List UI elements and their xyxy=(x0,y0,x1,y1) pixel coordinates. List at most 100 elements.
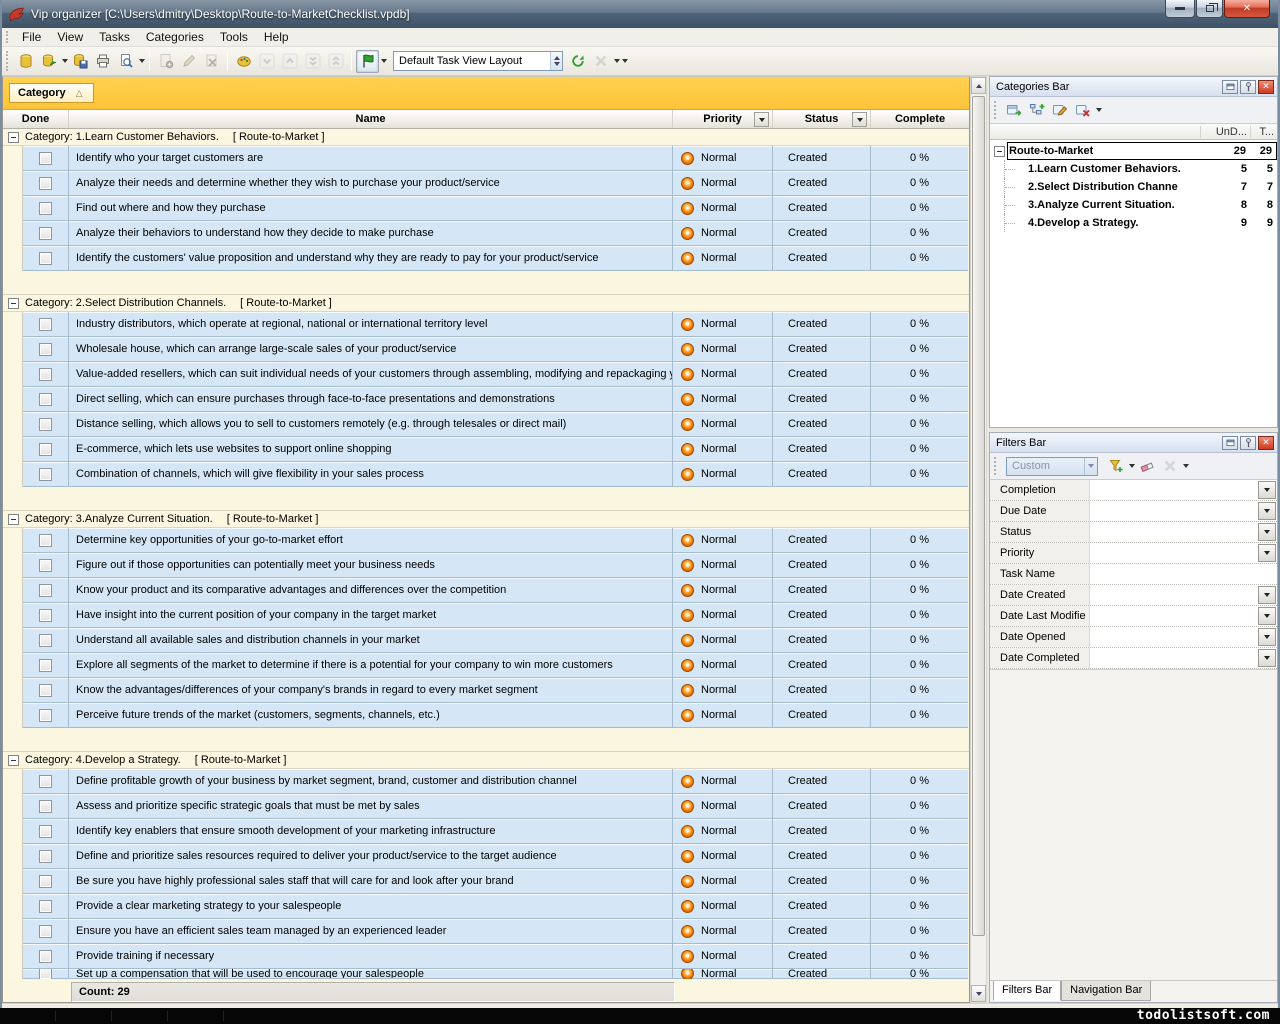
tab-navigation-bar[interactable]: Navigation Bar xyxy=(1061,981,1151,1001)
menu-tools[interactable]: Tools xyxy=(212,28,256,46)
task-name[interactable]: Provide training if necessary xyxy=(69,944,673,969)
edit-category-button[interactable] xyxy=(1048,99,1071,122)
tree-item[interactable]: 3.Analyze Current Situation.88 xyxy=(990,196,1277,214)
task-checkbox[interactable] xyxy=(39,534,52,547)
filter-value-dropdown-icon[interactable] xyxy=(1258,481,1276,499)
filter-dropdown-icon[interactable] xyxy=(754,112,769,127)
task-name[interactable]: Distance selling, which allows you to se… xyxy=(69,412,673,437)
task-name[interactable]: Wholesale house, which can arrange large… xyxy=(69,337,673,362)
panel-restore-icon[interactable] xyxy=(1222,436,1238,450)
close-button[interactable]: ✕ xyxy=(1224,0,1270,18)
task-name[interactable]: Know your product and its comparative ad… xyxy=(69,578,673,603)
task-checkbox[interactable] xyxy=(39,709,52,722)
move-to-top-button[interactable] xyxy=(324,50,347,73)
tree-col-total[interactable]: T... xyxy=(1250,126,1277,138)
collapse-icon[interactable] xyxy=(8,755,19,766)
tab-filters-bar[interactable]: Filters Bar xyxy=(993,981,1061,1001)
task-name[interactable]: E-commerce, which lets use websites to s… xyxy=(69,437,673,462)
filter-value-dropdown-icon[interactable] xyxy=(1258,607,1276,625)
task-name[interactable]: Determine key opportunities of your go-t… xyxy=(69,528,673,553)
panel-restore-icon[interactable] xyxy=(1222,80,1238,94)
add-category-button[interactable] xyxy=(1002,99,1025,122)
layout-combo[interactable]: Default Task View Layout xyxy=(393,51,563,71)
collapse-icon[interactable] xyxy=(994,146,1005,157)
notifications-button[interactable] xyxy=(356,50,379,73)
column-header-complete[interactable]: Complete xyxy=(871,110,969,128)
delete-filter-button[interactable] xyxy=(1158,455,1181,478)
task-name[interactable]: Provide a clear marketing strategy to yo… xyxy=(69,894,673,919)
filter-value[interactable] xyxy=(1090,585,1257,605)
menu-categories[interactable]: Categories xyxy=(138,28,212,46)
tree-item[interactable]: 4.Develop a Strategy.99 xyxy=(990,214,1277,232)
task-row[interactable]: Understand all available sales and distr… xyxy=(3,628,969,653)
task-row[interactable]: Know your product and its comparative ad… xyxy=(3,578,969,603)
collapse-icon[interactable] xyxy=(8,298,19,309)
task-checkbox[interactable] xyxy=(39,925,52,938)
task-row[interactable]: Provide training if necessaryNormalCreat… xyxy=(3,944,969,969)
tree-col-undone[interactable]: UnD... xyxy=(1200,126,1250,138)
task-checkbox[interactable] xyxy=(39,343,52,356)
task-row[interactable]: Have insight into the current position o… xyxy=(3,603,969,628)
filter-preset-combo[interactable]: Custom xyxy=(1006,457,1098,476)
edit-task-button[interactable] xyxy=(177,50,200,73)
collapse-icon[interactable] xyxy=(8,132,19,143)
task-checkbox[interactable] xyxy=(39,875,52,888)
move-up-button[interactable] xyxy=(278,50,301,73)
task-name[interactable]: Ensure you have an efficient sales team … xyxy=(69,919,673,944)
menu-tasks[interactable]: Tasks xyxy=(91,28,138,46)
task-row[interactable]: Perceive future trends of the market (cu… xyxy=(3,703,969,728)
task-row[interactable]: Identify who your target customers areNo… xyxy=(3,146,969,171)
apply-filter-button[interactable] xyxy=(1104,455,1127,478)
task-checkbox[interactable] xyxy=(39,559,52,572)
task-row[interactable]: E-commerce, which lets use websites to s… xyxy=(3,437,969,462)
task-checkbox[interactable] xyxy=(39,393,52,406)
task-name[interactable]: Analyze their behaviors to understand ho… xyxy=(69,221,673,246)
task-row[interactable]: Analyze their behaviors to understand ho… xyxy=(3,221,969,246)
column-header-done[interactable]: Done xyxy=(3,110,69,128)
save-database-button[interactable] xyxy=(68,50,91,73)
group-field-category[interactable]: Category △ xyxy=(9,83,94,103)
filter-value[interactable] xyxy=(1090,606,1257,626)
task-checkbox[interactable] xyxy=(39,900,52,913)
chevron-down-icon[interactable] xyxy=(622,59,628,63)
tree-item[interactable]: 1.Learn Customer Behaviors.55 xyxy=(990,160,1277,178)
filter-value-dropdown-icon[interactable] xyxy=(1258,586,1276,604)
task-row[interactable]: Wholesale house, which can arrange large… xyxy=(3,337,969,362)
task-row[interactable]: Distance selling, which allows you to se… xyxy=(3,412,969,437)
task-checkbox[interactable] xyxy=(39,609,52,622)
chevron-down-icon[interactable] xyxy=(1183,464,1189,468)
task-row[interactable]: Ensure you have an efficient sales team … xyxy=(3,919,969,944)
move-to-bottom-button[interactable] xyxy=(301,50,324,73)
restore-button[interactable] xyxy=(1196,0,1223,18)
task-checkbox[interactable] xyxy=(39,850,52,863)
task-row[interactable]: Value-added resellers, which can suit in… xyxy=(3,362,969,387)
filter-value[interactable] xyxy=(1090,627,1257,647)
panel-close-icon[interactable]: ✕ xyxy=(1258,436,1274,450)
task-checkbox[interactable] xyxy=(39,202,52,215)
scrollbar-thumb[interactable] xyxy=(972,96,985,936)
column-header-name[interactable]: Name xyxy=(69,110,673,128)
group-header-row[interactable]: Category: 1.Learn Customer Behaviors.[ R… xyxy=(3,129,969,146)
task-name[interactable]: Define profitable growth of your busines… xyxy=(69,769,673,794)
task-checkbox[interactable] xyxy=(39,177,52,190)
task-row[interactable]: Direct selling, which can ensure purchas… xyxy=(3,387,969,412)
menu-view[interactable]: View xyxy=(49,28,91,46)
filter-value[interactable] xyxy=(1090,522,1257,542)
task-name[interactable]: Industry distributors, which operate at … xyxy=(69,312,673,337)
delete-task-button[interactable] xyxy=(200,50,223,73)
add-subcategory-button[interactable] xyxy=(1025,99,1048,122)
task-checkbox[interactable] xyxy=(39,368,52,381)
highlight-color-button[interactable] xyxy=(232,50,255,73)
task-checkbox[interactable] xyxy=(39,825,52,838)
task-name[interactable]: Be sure you have highly professional sal… xyxy=(69,869,673,894)
task-row[interactable]: Determine key opportunities of your go-t… xyxy=(3,528,969,553)
task-name[interactable]: Direct selling, which can ensure purchas… xyxy=(69,387,673,412)
panel-pin-icon[interactable] xyxy=(1240,80,1256,94)
filter-value[interactable] xyxy=(1090,501,1257,521)
task-name[interactable]: Know the advantages/differences of your … xyxy=(69,678,673,703)
task-name[interactable]: Figure out if those opportunities can po… xyxy=(69,553,673,578)
task-name[interactable]: Define and prioritize sales resources re… xyxy=(69,844,673,869)
task-row[interactable]: Identify the customers' value propositio… xyxy=(3,246,969,271)
task-name[interactable]: Analyze their needs and determine whethe… xyxy=(69,171,673,196)
apply-layout-button[interactable] xyxy=(566,50,589,73)
